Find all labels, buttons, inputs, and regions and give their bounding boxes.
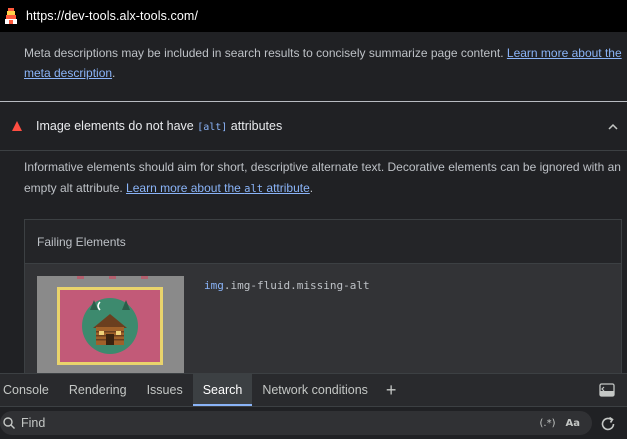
lighthouse-report: Meta descriptions may be included in sea… <box>0 32 627 373</box>
url-text[interactable]: https://dev-tools.alx-tools.com/ <box>26 9 198 23</box>
meta-description-period: . <box>112 66 116 80</box>
search-input[interactable] <box>21 413 540 433</box>
add-tab-button[interactable]: + <box>378 374 405 406</box>
log-cabin-icon <box>82 298 138 354</box>
tab-rendering[interactable]: Rendering <box>59 374 137 406</box>
dock-side-icon[interactable] <box>599 383 615 397</box>
alt-link-code: alt <box>244 183 264 195</box>
audit-title: Image elements do not have [alt] attribu… <box>36 119 282 133</box>
match-case-toggle-button[interactable]: Aa <box>566 418 581 429</box>
fail-triangle-icon <box>12 121 22 131</box>
tab-search[interactable]: Search <box>192 374 253 406</box>
selector-tag: img <box>204 279 224 292</box>
audit-description-period: . <box>309 181 314 195</box>
failing-element-selector[interactable]: img.img-fluid.missing-alt <box>204 279 370 292</box>
chevron-up-icon[interactable] <box>607 120 619 132</box>
tab-console[interactable]: Console <box>0 374 59 406</box>
audit-divider <box>0 150 627 151</box>
thumbnail-marker <box>77 276 84 279</box>
alt-link-after: attribute <box>263 181 310 195</box>
alt-link-before: Learn more about the <box>126 181 245 195</box>
tab-network-conditions[interactable]: Network conditions <box>252 374 378 406</box>
audit-title-code: [alt] <box>197 122 228 133</box>
thumbnail-marker <box>141 276 148 279</box>
element-screenshot-thumbnail[interactable] <box>37 276 184 373</box>
highlighted-image-frame <box>57 287 163 365</box>
audit-header-image-alt[interactable]: Image elements do not have [alt] attribu… <box>0 102 627 150</box>
alt-attribute-learn-more-link[interactable]: Learn more about the alt attribute <box>126 181 310 195</box>
audit-description-body: Informative elements should aim for shor… <box>24 160 621 195</box>
meta-description-text: Meta descriptions may be included in sea… <box>24 43 624 83</box>
table-row[interactable]: img.img-fluid.missing-alt <box>25 264 621 373</box>
drawer-tab-bar: Console Rendering Issues Search Network … <box>0 373 627 406</box>
search-icon <box>2 416 16 430</box>
refresh-icon[interactable] <box>598 414 618 434</box>
selector-classes: .img-fluid.missing-alt <box>223 279 370 292</box>
lighthouse-icon <box>2 6 20 26</box>
thumbnail-marker <box>109 276 116 279</box>
failing-elements-header: Failing Elements <box>25 220 621 264</box>
audit-description: Informative elements should aim for shor… <box>24 157 624 200</box>
failing-elements-table: Failing Elements img.img-fluid.missing-a… <box>24 219 622 373</box>
tab-issues[interactable]: Issues <box>137 374 193 406</box>
meta-description-body: Meta descriptions may be included in sea… <box>24 46 507 60</box>
search-bar: (.*) Aa <box>0 406 627 439</box>
devtools-window: https://dev-tools.alx-tools.com/ Meta de… <box>0 0 627 439</box>
url-bar: https://dev-tools.alx-tools.com/ <box>0 0 627 32</box>
search-field: (.*) Aa <box>0 411 592 435</box>
audit-title-before: Image elements do not have <box>36 119 198 133</box>
audit-title-after: attributes <box>227 119 283 133</box>
regex-toggle-button[interactable]: (.*) <box>540 418 556 429</box>
